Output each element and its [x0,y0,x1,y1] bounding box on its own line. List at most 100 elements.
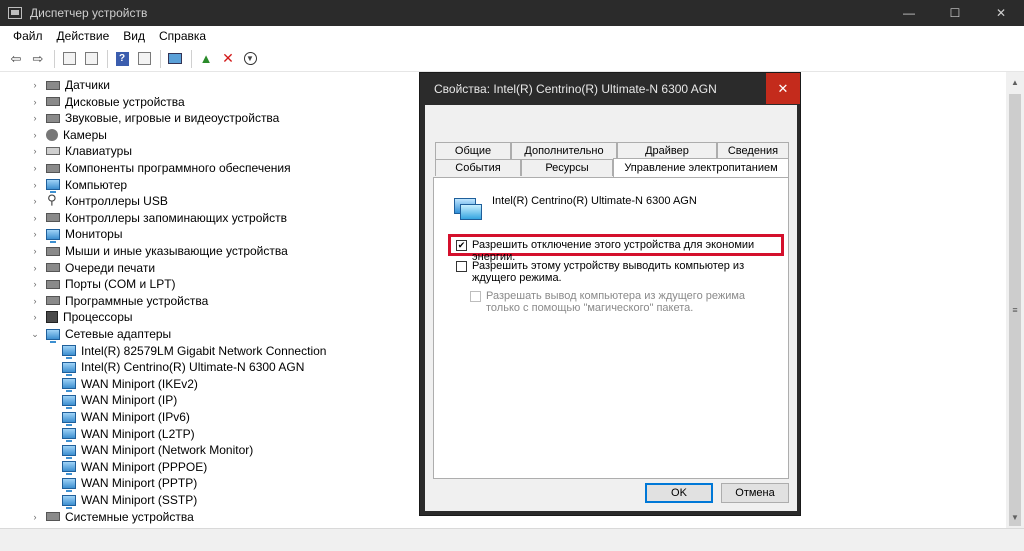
tree-category[interactable]: › Датчики [30,77,110,93]
properties-view-icon[interactable] [59,49,79,69]
scan-hardware-icon[interactable] [165,49,185,69]
tab-advanced[interactable]: Дополнительно [511,142,617,159]
tree-device-item[interactable]: Intel(R) 82579LM Gigabit Network Connect… [62,343,326,360]
toolbar-separator [107,49,108,68]
printer-icon [46,263,60,273]
tree-category[interactable]: › Клавиатуры [30,143,132,159]
chevron-right-icon[interactable]: › [30,312,40,322]
menu-help[interactable]: Справка [152,29,213,43]
title-bar: Диспетчер устройств — ☐ ✕ [0,0,1024,26]
tree-device-item[interactable]: WAN Miniport (PPTP) [62,475,197,492]
dialog-close-button[interactable]: ✕ [766,73,800,104]
software-device-icon [46,296,60,306]
toolbar-separator [160,49,161,68]
tree-item-label: Контроллеры USB [65,194,168,209]
chevron-down-icon[interactable]: ⌄ [30,329,40,340]
chevron-right-icon[interactable]: › [30,246,40,256]
chevron-right-icon[interactable]: › [30,113,40,123]
chevron-right-icon[interactable]: › [30,180,40,190]
chevron-right-icon[interactable]: › [30,296,40,306]
tree-item-label: WAN Miniport (IP) [81,393,178,408]
tree-category[interactable]: › Камеры [30,127,107,143]
tree-category[interactable]: › Компоненты программного обеспечения [30,160,291,176]
keyboard-icon [46,147,60,156]
tab-power-management[interactable]: Управление электропитанием [613,158,789,177]
menu-view[interactable]: Вид [116,29,152,43]
back-arrow-icon[interactable]: ⇦ [6,49,26,69]
chevron-right-icon[interactable]: › [30,80,40,90]
tree-category[interactable]: › Программные устройства [30,293,209,309]
checkbox-allow-power-off[interactable]: ✔ [456,240,467,251]
ok-button[interactable]: OK [645,483,713,503]
disable-device-icon[interactable]: ▼ [240,49,260,69]
tree-category[interactable]: › Мониторы [30,226,123,243]
network-adapter-icon [62,444,76,459]
uninstall-device-icon[interactable]: ✕ [218,49,238,69]
tab-events[interactable]: События [435,159,521,176]
chevron-right-icon[interactable]: › [30,229,40,239]
show-hidden-icon[interactable] [134,49,154,69]
minimize-button[interactable]: — [886,0,932,26]
menu-file[interactable]: Файл [6,29,50,43]
processor-icon [46,311,58,324]
network-adapter-icon [62,461,76,476]
checkbox-magic-packet [470,291,481,302]
chevron-right-icon[interactable]: › [30,163,40,173]
tree-category[interactable]: › Очереди печати [30,260,156,276]
scroll-up-icon[interactable]: ▲ [1006,74,1024,91]
forward-arrow-icon[interactable]: ⇨ [28,49,48,69]
tree-item-label: Мониторы [65,227,123,242]
menu-action[interactable]: Действие [50,29,117,43]
scroll-thumb[interactable]: ≡ [1009,94,1021,526]
tree-device-item[interactable]: WAN Miniport (SSTP) [62,492,197,509]
option-allow-wake[interactable]: Разрешить этому устройству выводить комп… [456,260,776,284]
maximize-button[interactable]: ☐ [932,0,978,26]
tab-details[interactable]: Сведения [717,142,789,159]
tree-device-item[interactable]: WAN Miniport (IP) [62,392,178,409]
tab-resources[interactable]: Ресурсы [521,159,613,176]
vertical-scrollbar[interactable]: ▲ ≡ ▼ [1006,72,1024,528]
tree-device-item[interactable]: WAN Miniport (IKEv2) [62,376,198,393]
tree-category[interactable]: ⌄ Сетевые адаптеры [30,326,171,343]
chevron-right-icon[interactable]: › [30,97,40,107]
tree-device-item[interactable]: WAN Miniport (Network Monitor) [62,442,253,459]
chevron-right-icon[interactable]: › [30,130,40,140]
tree-category[interactable]: › Звуковые, игровые и видеоустройства [30,110,280,126]
tab-driver[interactable]: Драйвер [617,142,717,159]
tree-category[interactable]: › Мыши и иные указывающие устройства [30,243,288,259]
help-icon[interactable]: ? [112,49,132,69]
chevron-right-icon[interactable]: › [30,263,40,273]
chevron-right-icon[interactable]: › [30,512,40,522]
tab-general[interactable]: Общие [435,142,511,159]
checkbox-allow-wake[interactable] [456,261,467,272]
storage-controller-icon [46,213,60,223]
update-driver-icon[interactable]: ▲ [196,49,216,69]
tree-category[interactable]: › Компьютер [30,177,127,194]
tree-device-item[interactable]: WAN Miniport (PPPOE) [62,459,207,476]
tree-device-item[interactable]: Intel(R) Centrino(R) Ultimate-N 6300 AGN [62,359,304,376]
chevron-right-icon[interactable]: › [30,196,40,206]
tree-category[interactable]: › Порты (COM и LPT) [30,276,176,292]
tree-category[interactable]: › Контроллеры USB [30,192,168,209]
cancel-button[interactable]: Отмена [721,483,789,503]
tree-item-label: WAN Miniport (IKEv2) [81,376,198,391]
tree-device-item[interactable]: WAN Miniport (IPv6) [62,409,190,426]
list-view-icon[interactable] [81,49,101,69]
chevron-right-icon[interactable]: › [30,213,40,223]
scroll-down-icon[interactable]: ▼ [1006,509,1024,526]
close-button[interactable]: ✕ [978,0,1024,26]
tree-item-label: Контроллеры запоминающих устройств [65,210,287,225]
chevron-right-icon[interactable]: › [30,146,40,156]
chevron-right-icon[interactable]: › [30,279,40,289]
tree-category[interactable]: › Контроллеры запоминающих устройств [30,210,287,226]
tree-device-item[interactable]: WAN Miniport (L2TP) [62,426,195,443]
tree-category[interactable]: › Системные устройства [30,509,194,525]
toolbar-separator [191,49,192,68]
network-adapter-icon [62,394,76,409]
speaker-icon [46,113,60,123]
tree-category[interactable]: › Процессоры [30,309,133,325]
toolbar-separator [54,49,55,68]
port-icon [46,279,60,289]
tree-category[interactable]: › Дисковые устройства [30,94,185,110]
monitor-icon [46,228,60,243]
